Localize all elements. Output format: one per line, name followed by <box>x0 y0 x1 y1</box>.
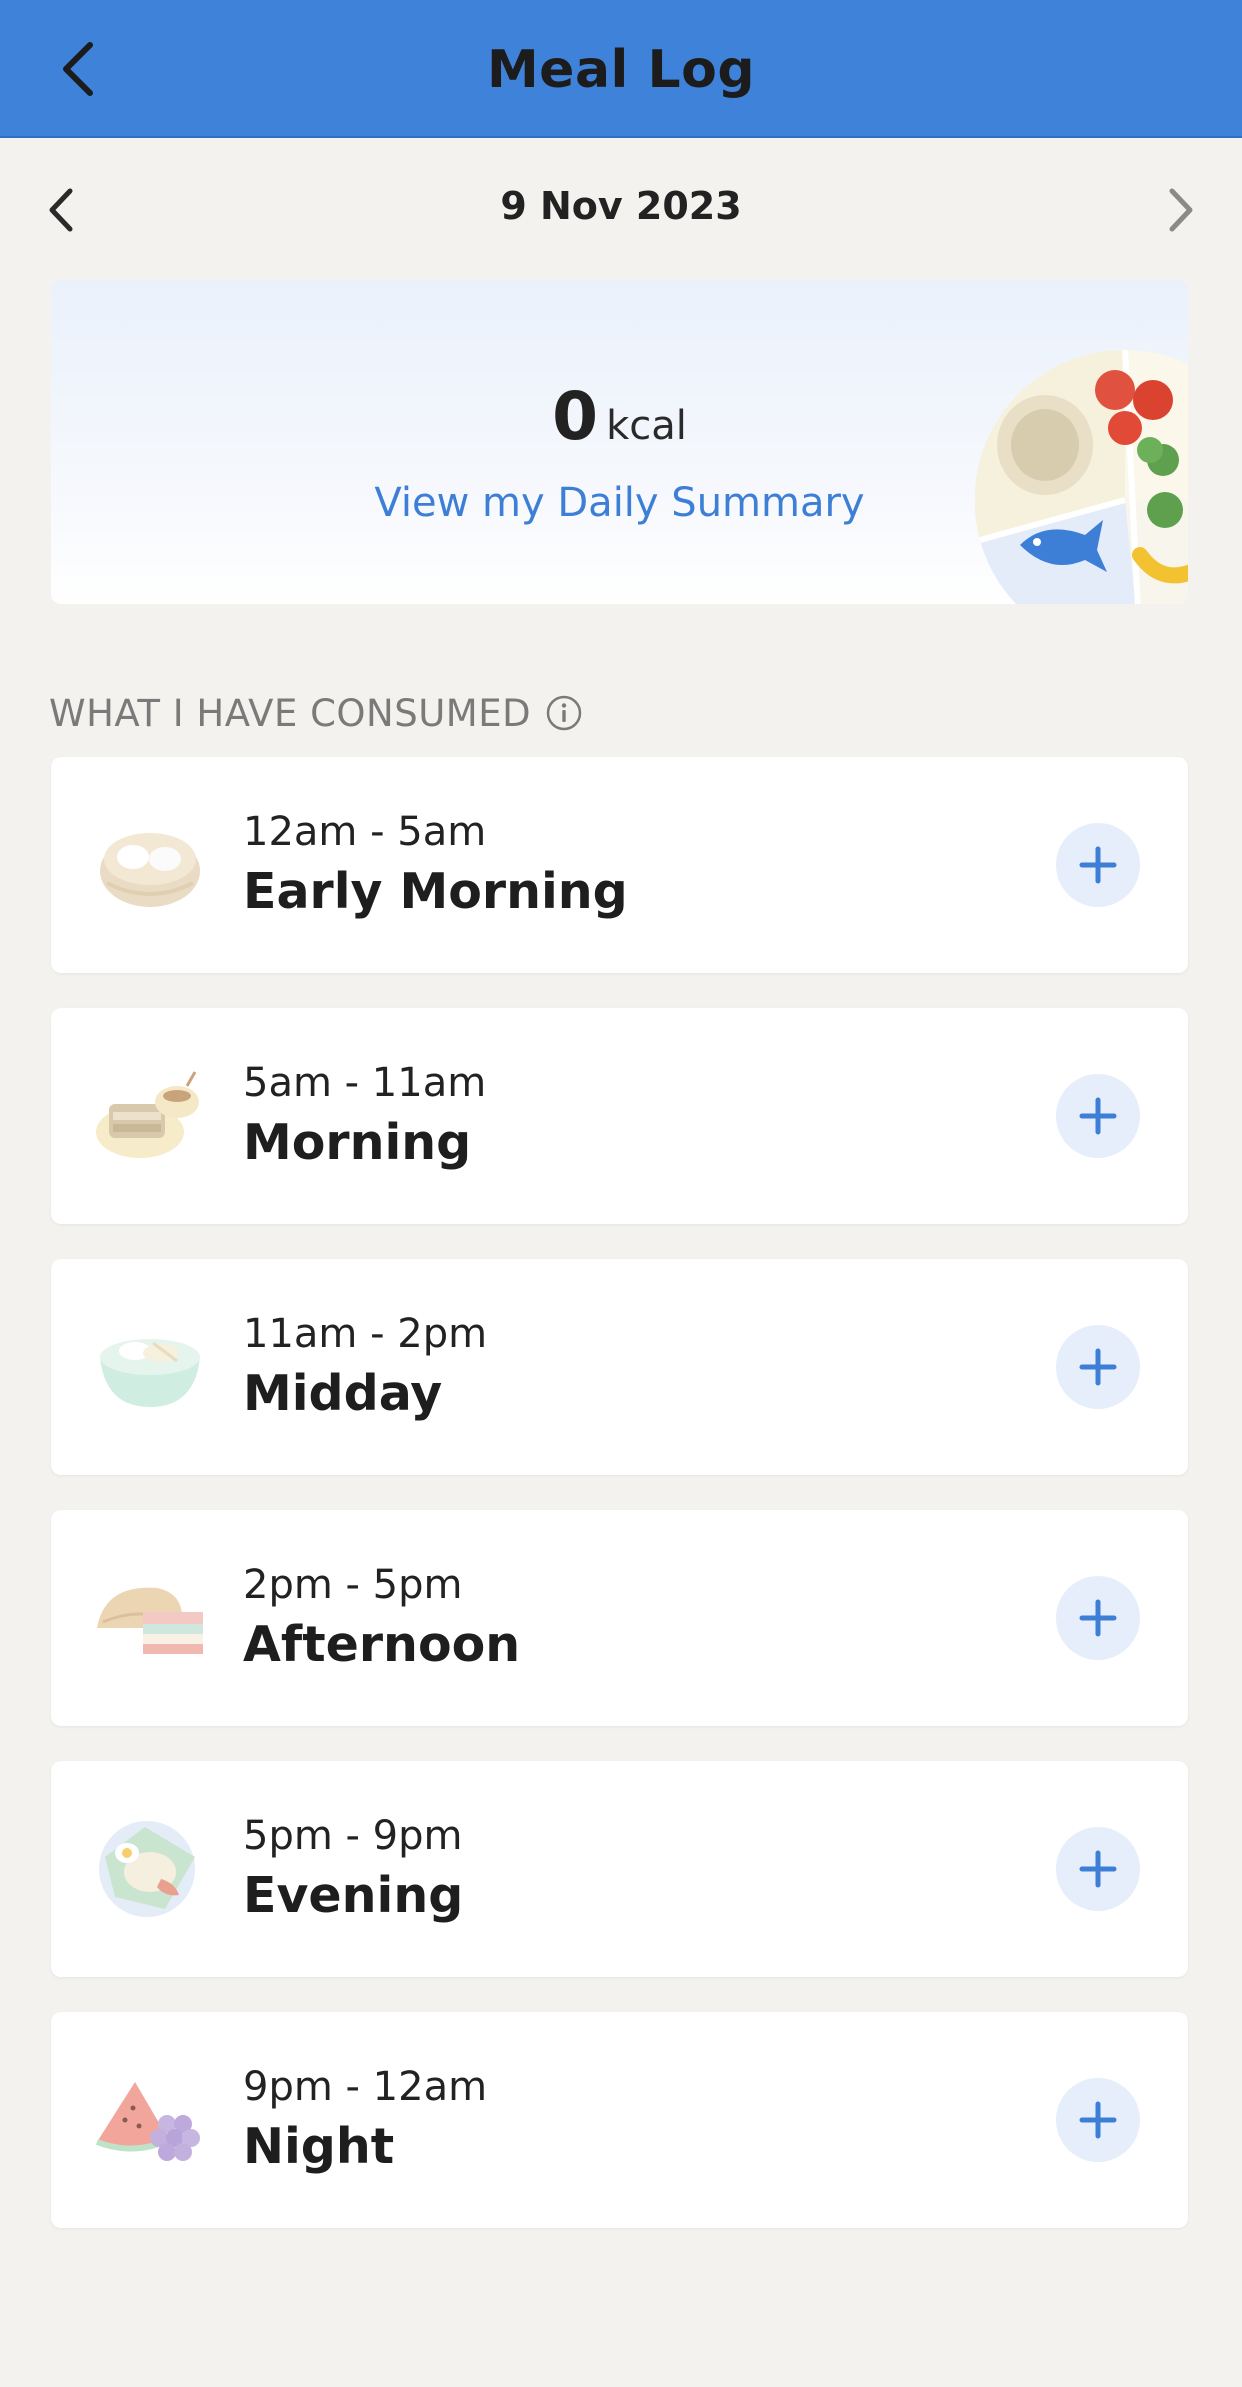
meal-time-range: 5am - 11am <box>243 1060 487 1106</box>
meal-name: Morning <box>243 1114 472 1171</box>
add-meal-button[interactable] <box>1056 1325 1140 1409</box>
noodle-bowl-icon <box>100 1339 200 1407</box>
current-date: 9 Nov 2023 <box>500 184 742 228</box>
meal-card-midday[interactable]: 11am - 2pm Midday <box>51 1259 1188 1475</box>
add-meal-button[interactable] <box>1056 823 1140 907</box>
curry-puff-and-kueh-icon <box>97 1587 203 1654</box>
meal-card-morning[interactable]: 5am - 11am Morning <box>51 1008 1188 1224</box>
meal-name: Early Morning <box>243 863 628 920</box>
meal-time-range: 5pm - 9pm <box>243 1813 463 1859</box>
meal-time-range: 2pm - 5pm <box>243 1562 463 1608</box>
info-icon[interactable] <box>545 694 583 732</box>
add-meal-button[interactable] <box>1056 1576 1140 1660</box>
chevron-right-icon <box>1169 188 1193 232</box>
add-meal-button[interactable] <box>1056 1827 1140 1911</box>
meal-name: Night <box>243 2118 395 2175</box>
plus-icon <box>1079 1850 1117 1888</box>
page-title: Meal Log <box>486 40 756 100</box>
plus-icon <box>1079 1599 1117 1637</box>
watermelon-and-grapes-icon <box>95 2082 200 2161</box>
toast-and-coffee-icon <box>96 1071 199 1158</box>
meal-time-range: 9pm - 12am <box>243 2064 488 2110</box>
meal-card-afternoon[interactable]: 2pm - 5pm Afternoon <box>51 1510 1188 1726</box>
meal-card-night[interactable]: 9pm - 12am Night <box>51 2012 1188 2228</box>
add-meal-button[interactable] <box>1056 2078 1140 2162</box>
plus-icon <box>1079 1348 1117 1386</box>
app-header: Meal Log <box>0 0 1242 138</box>
plus-icon <box>1079 846 1117 884</box>
plus-icon <box>1079 1097 1117 1135</box>
plus-icon <box>1079 2101 1117 2139</box>
food-plate-illustration <box>975 350 1188 604</box>
consumed-section-label: WHAT I HAVE CONSUMED <box>49 691 532 735</box>
meal-name: Evening <box>243 1867 464 1924</box>
meal-card-evening[interactable]: 5pm - 9pm Evening <box>51 1761 1188 1977</box>
date-navigator: 9 Nov 2023 <box>0 160 1242 260</box>
consumed-section-title: WHAT I HAVE CONSUMED <box>49 688 583 738</box>
meal-time-range: 12am - 5am <box>243 809 487 855</box>
dim-sum-basket-icon <box>100 833 200 907</box>
meal-time-range: 11am - 2pm <box>243 1311 488 1357</box>
add-meal-button[interactable] <box>1056 1074 1140 1158</box>
next-day-button[interactable] <box>1156 180 1206 240</box>
meal-card-early-morning[interactable]: 12am - 5am Early Morning <box>51 757 1188 973</box>
kcal-unit: kcal <box>606 403 687 449</box>
daily-summary-card: 0 kcal View my Daily Summary <box>51 280 1188 604</box>
meal-name: Afternoon <box>243 1616 521 1673</box>
kcal-value: 0 <box>552 378 599 455</box>
meal-name: Midday <box>243 1365 443 1422</box>
nasi-lemak-icon <box>99 1821 195 1917</box>
